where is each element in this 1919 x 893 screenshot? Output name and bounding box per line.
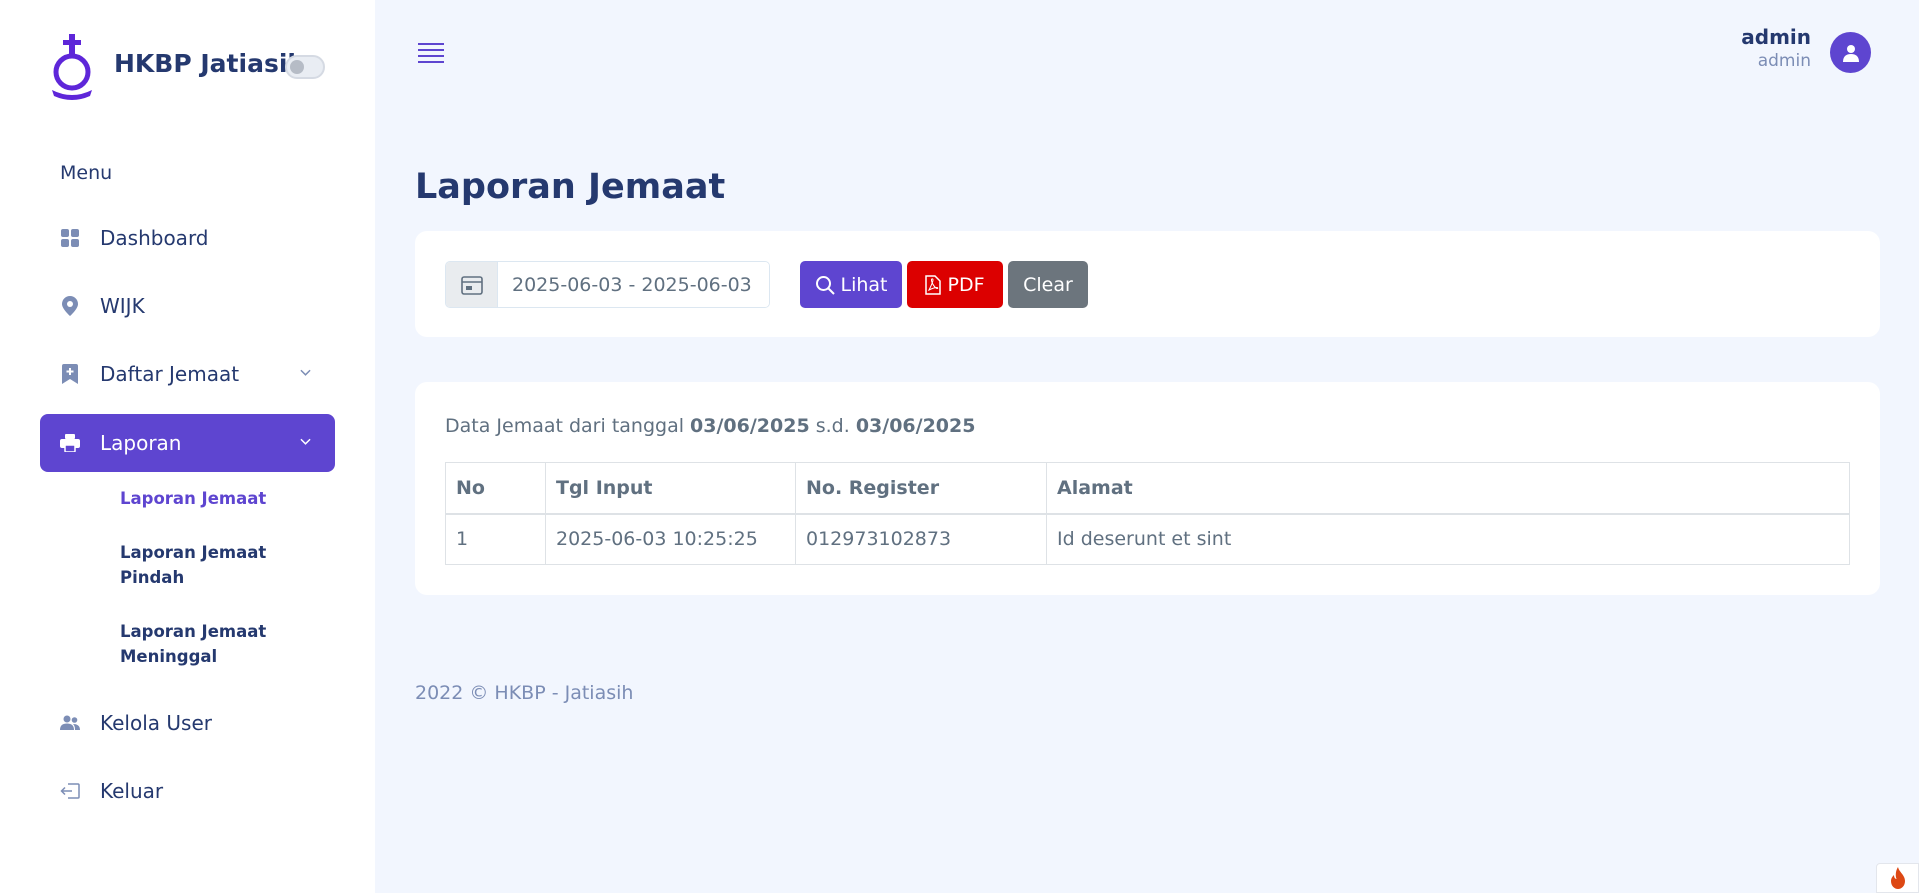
sidebar-item-keluar[interactable]: Keluar bbox=[40, 762, 335, 820]
submenu-item-laporan-jemaat[interactable]: Laporan Jemaat bbox=[120, 486, 280, 511]
page-title: Laporan Jemaat bbox=[415, 167, 726, 207]
logout-icon bbox=[60, 781, 80, 801]
clear-button[interactable]: Clear bbox=[1008, 261, 1088, 308]
search-icon bbox=[815, 275, 835, 295]
sidebar-item-kelola-user[interactable]: Kelola User bbox=[40, 694, 335, 752]
submenu-item-laporan-jemaat-pindah[interactable]: Laporan Jemaat Pindah bbox=[120, 540, 280, 590]
sidebar-item-daftar-jemaat[interactable]: Daftar Jemaat bbox=[40, 345, 335, 403]
flame-icon bbox=[1890, 867, 1905, 889]
caption-prefix: Data Jemaat dari tanggal bbox=[445, 415, 684, 437]
report-table: No Tgl Input No. Register Alamat 1 2025-… bbox=[445, 462, 1850, 565]
caption-date-to: 03/06/2025 bbox=[855, 415, 976, 437]
sidebar-item-label: WIJK bbox=[100, 294, 145, 318]
sidebar-item-wijk[interactable]: WIJK bbox=[40, 277, 335, 335]
user-role: admin bbox=[1757, 51, 1811, 71]
pdf-button[interactable]: PDF bbox=[907, 261, 1003, 308]
church-logo-icon bbox=[52, 34, 92, 100]
brand-title: HKBP Jatiasih bbox=[114, 49, 306, 78]
sidebar-item-label: Daftar Jemaat bbox=[100, 362, 240, 386]
filter-card: Lihat PDF Clear bbox=[415, 231, 1880, 337]
sidebar-item-label: Kelola User bbox=[100, 711, 212, 735]
sidebar-item-label: Keluar bbox=[100, 779, 164, 803]
printer-icon bbox=[60, 433, 80, 453]
user-name: admin bbox=[1741, 25, 1811, 49]
report-card: Data Jemaat dari tanggal 03/06/2025 s.d.… bbox=[415, 382, 1880, 595]
user-menu[interactable]: admin admin bbox=[1741, 25, 1811, 71]
table-header-row: No Tgl Input No. Register Alamat bbox=[445, 462, 1850, 515]
users-icon bbox=[60, 713, 80, 733]
user-icon bbox=[1842, 44, 1859, 62]
caption-mid: s.d. bbox=[815, 415, 850, 437]
cell-no-register: 012973102873 bbox=[795, 513, 1047, 565]
table-row: 1 2025-06-03 10:25:25 012973102873 Id de… bbox=[445, 513, 1850, 565]
sidebar-item-label: Laporan bbox=[100, 431, 182, 455]
menu-title: Menu bbox=[60, 162, 113, 184]
date-range-group bbox=[445, 261, 770, 308]
theme-toggle[interactable] bbox=[285, 55, 325, 79]
brand[interactable]: HKBP Jatiasih bbox=[48, 34, 305, 100]
footer-text: 2022 © HKBP - Jatiasih bbox=[415, 682, 634, 704]
cell-no: 1 bbox=[445, 513, 546, 565]
caption-date-from: 03/06/2025 bbox=[690, 415, 810, 437]
chevron-down-icon bbox=[300, 438, 311, 445]
sidebar: HKBP Jatiasih Menu Dashboard WIJK Daftar… bbox=[0, 0, 375, 893]
report-caption: Data Jemaat dari tanggal 03/06/2025 s.d.… bbox=[445, 415, 975, 437]
column-header-no: No bbox=[445, 462, 546, 515]
grid-icon bbox=[60, 228, 80, 248]
lihat-label: Lihat bbox=[840, 273, 888, 296]
sidebar-item-dashboard[interactable]: Dashboard bbox=[40, 209, 335, 267]
debug-toolbar-toggle[interactable] bbox=[1876, 863, 1919, 893]
column-header-alamat: Alamat bbox=[1046, 462, 1850, 515]
bookmark-plus-icon bbox=[60, 364, 80, 384]
pdf-label: PDF bbox=[947, 273, 985, 296]
cell-tgl-input: 2025-06-03 10:25:25 bbox=[545, 513, 796, 565]
calendar-icon[interactable] bbox=[446, 262, 498, 307]
hamburger-menu-icon[interactable] bbox=[417, 40, 445, 66]
sidebar-item-laporan[interactable]: Laporan bbox=[40, 414, 335, 472]
file-pdf-icon bbox=[925, 274, 942, 295]
column-header-tgl-input: Tgl Input bbox=[545, 462, 796, 515]
lihat-button[interactable]: Lihat bbox=[800, 261, 902, 308]
submenu-item-laporan-jemaat-meninggal[interactable]: Laporan Jemaat Meninggal bbox=[120, 619, 280, 669]
avatar[interactable] bbox=[1830, 32, 1871, 73]
date-range-input[interactable] bbox=[498, 262, 769, 307]
chevron-down-icon bbox=[300, 369, 311, 376]
map-pin-icon bbox=[60, 296, 80, 316]
sidebar-item-label: Dashboard bbox=[100, 226, 209, 250]
cell-alamat: Id deserunt et sint bbox=[1046, 513, 1850, 565]
column-header-no-register: No. Register bbox=[795, 462, 1047, 515]
